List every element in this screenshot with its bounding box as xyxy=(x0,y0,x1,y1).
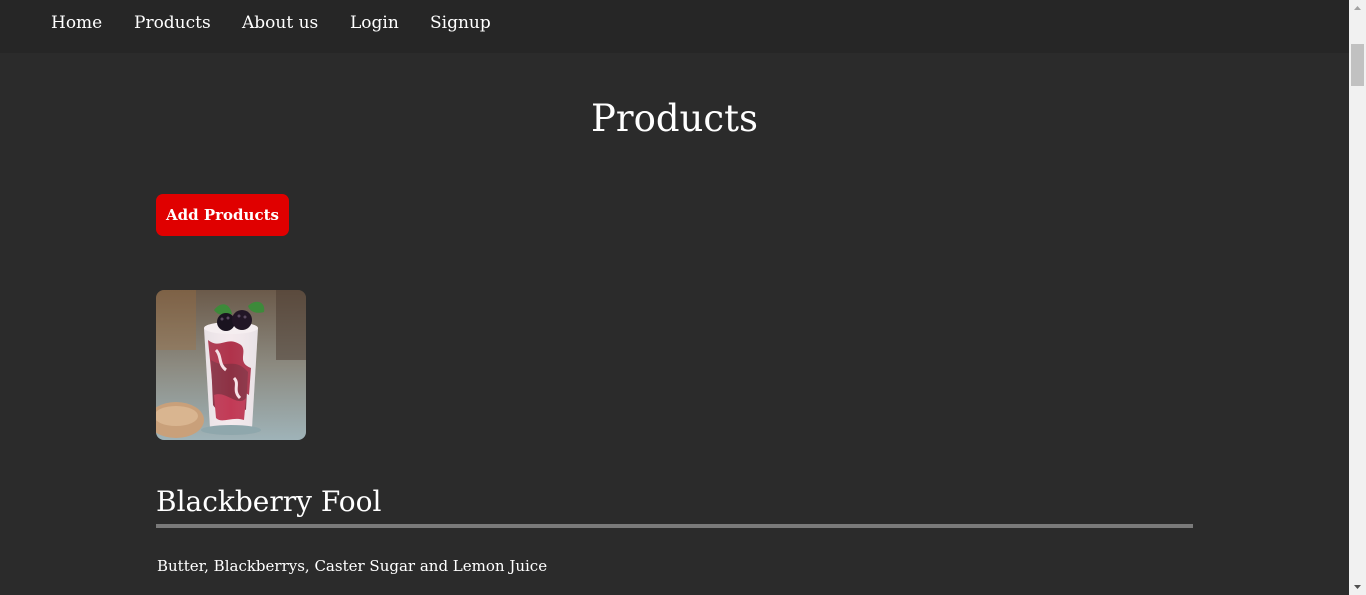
page-title: Products xyxy=(591,97,758,140)
nav-item-about-us[interactable]: About us xyxy=(242,13,318,33)
top-navbar: Home Products About us Login Signup xyxy=(0,0,1349,53)
product-divider xyxy=(156,524,1193,528)
page: Home Products About us Login Signup Prod… xyxy=(0,0,1366,595)
triangle-up-icon[interactable] xyxy=(1349,0,1366,17)
nav-item-home[interactable]: Home xyxy=(51,13,102,33)
nav-item-signup[interactable]: Signup xyxy=(430,13,491,33)
product-name: Blackberry Fool xyxy=(156,485,382,518)
scrollbar-thumb[interactable] xyxy=(1351,44,1364,86)
nav-item-login[interactable]: Login xyxy=(350,13,399,33)
nav-item-products[interactable]: Products xyxy=(134,13,211,33)
product-image[interactable] xyxy=(156,290,306,440)
main-content: Products Add Products Blackberry Fool Bu… xyxy=(0,53,1349,595)
product-description: Butter, Blackberrys, Caster Sugar and Le… xyxy=(157,557,548,575)
triangle-down-icon[interactable] xyxy=(1349,578,1366,595)
add-products-button[interactable]: Add Products xyxy=(156,194,289,236)
vertical-scrollbar[interactable] xyxy=(1349,0,1366,595)
product-image-graphic xyxy=(156,290,306,440)
